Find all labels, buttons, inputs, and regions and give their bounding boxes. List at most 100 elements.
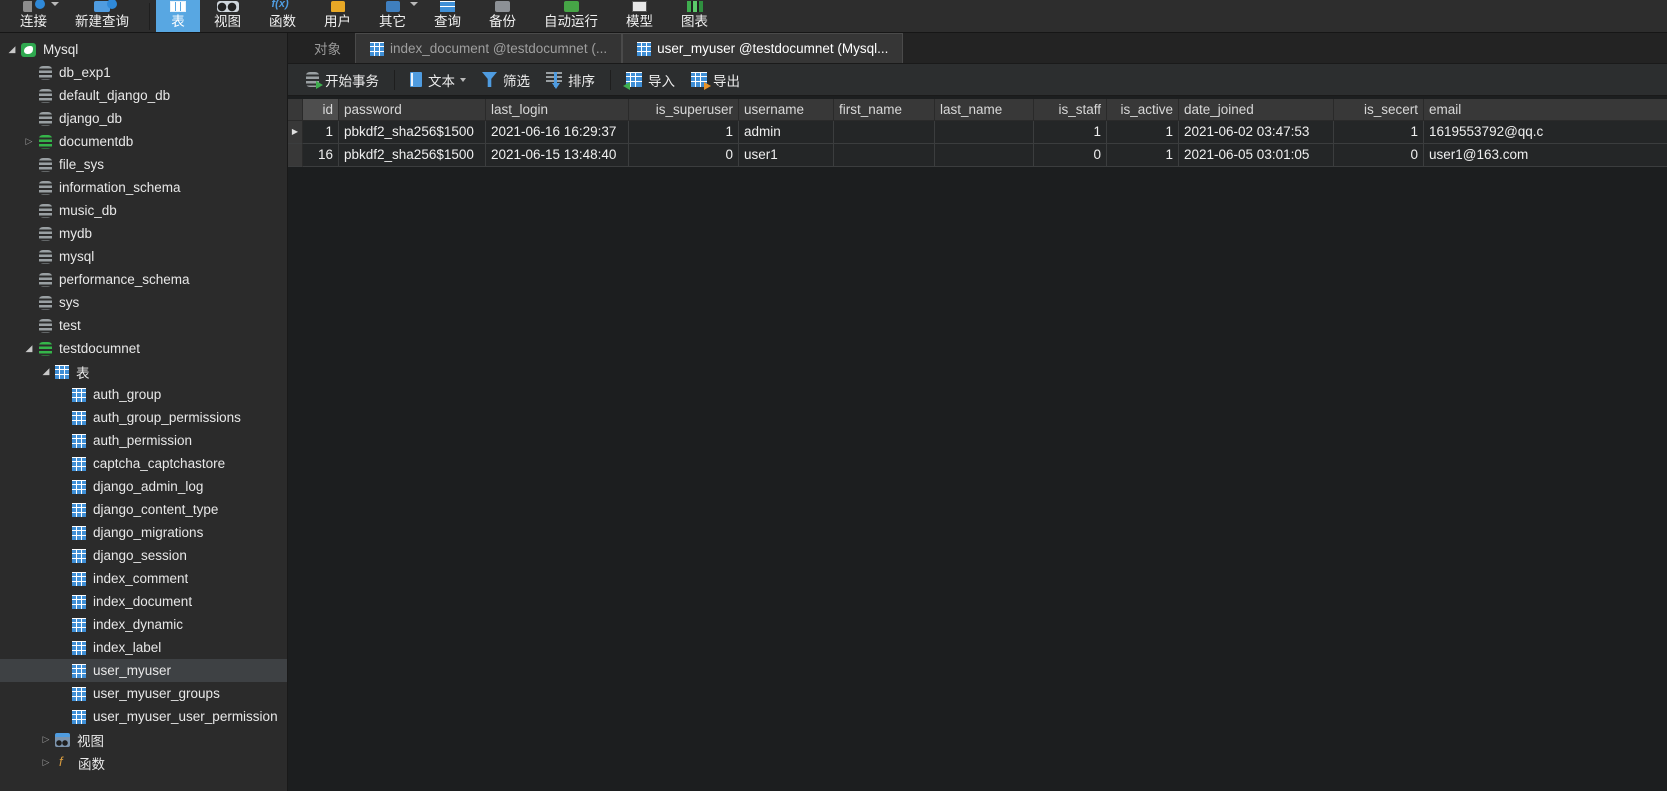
- tree-item--[interactable]: 函数: [0, 751, 287, 774]
- tree-item-user_myuser_groups[interactable]: user_myuser_groups: [0, 682, 287, 705]
- tree-item--[interactable]: 表: [0, 360, 287, 383]
- cell-is_active[interactable]: 1: [1107, 121, 1179, 144]
- toolbar-button-model[interactable]: 模型: [612, 0, 667, 32]
- tree-expander-icon[interactable]: [23, 343, 35, 354]
- cell-is_staff[interactable]: 0: [1034, 144, 1107, 167]
- tree-item-information_schema[interactable]: information_schema: [0, 176, 287, 199]
- column-header-is_active[interactable]: is_active: [1107, 99, 1179, 121]
- cell-is_active[interactable]: 1: [1107, 144, 1179, 167]
- column-header-id[interactable]: id: [303, 99, 339, 121]
- cell-username[interactable]: user1: [739, 144, 834, 167]
- table-toolbar-button-begin-transaction[interactable]: 开始事务: [298, 70, 387, 90]
- tree-item-auth_group_permissions[interactable]: auth_group_permissions: [0, 406, 287, 429]
- cell-is_secert[interactable]: 1: [1334, 121, 1424, 144]
- tree-item-documentdb[interactable]: documentdb: [0, 130, 287, 153]
- table-toolbar-button-filter[interactable]: 筛选: [474, 70, 538, 90]
- cell-email[interactable]: 1619553792@qq.c: [1424, 121, 1667, 144]
- tree-expander-icon[interactable]: [40, 734, 52, 745]
- cell-first_name[interactable]: [834, 144, 935, 167]
- table-toolbar-button-import[interactable]: 导入: [618, 70, 683, 90]
- tree-item-testdocumnet[interactable]: testdocumnet: [0, 337, 287, 360]
- tree-item-captcha_captchastore[interactable]: captcha_captchastore: [0, 452, 287, 475]
- tree-item-django_session[interactable]: django_session: [0, 544, 287, 567]
- toolbar-button-new-query[interactable]: 新建查询: [61, 0, 143, 32]
- toolbar-button-user[interactable]: 用户: [310, 0, 365, 32]
- tree-item-default_django_db[interactable]: default_django_db: [0, 84, 287, 107]
- dropdown-caret-icon[interactable]: [460, 77, 466, 82]
- column-header-username[interactable]: username: [739, 99, 834, 121]
- column-header-is_staff[interactable]: is_staff: [1034, 99, 1107, 121]
- cell-is_superuser[interactable]: 1: [629, 121, 739, 144]
- tree-item-user_myuser[interactable]: user_myuser: [0, 659, 287, 682]
- cell-password[interactable]: pbkdf2_sha256$1500: [339, 121, 486, 144]
- tree-item-django_content_type[interactable]: django_content_type: [0, 498, 287, 521]
- row-selector[interactable]: ▶: [288, 121, 303, 144]
- tree-expander-icon[interactable]: [40, 757, 52, 768]
- cell-first_name[interactable]: [834, 121, 935, 144]
- tree-item-index_document[interactable]: index_document: [0, 590, 287, 613]
- tree-item-performance_schema[interactable]: performance_schema: [0, 268, 287, 291]
- table-toolbar-button-text[interactable]: 文本: [402, 70, 474, 90]
- column-header-is_superuser[interactable]: is_superuser: [629, 99, 739, 121]
- tree-item-db_exp1[interactable]: db_exp1: [0, 61, 287, 84]
- cell-password[interactable]: pbkdf2_sha256$1500: [339, 144, 486, 167]
- cell-date_joined[interactable]: 2021-06-02 03:47:53: [1179, 121, 1334, 144]
- tree-item-index_dynamic[interactable]: index_dynamic: [0, 613, 287, 636]
- dropdown-caret-icon[interactable]: [410, 2, 418, 6]
- cell-is_superuser[interactable]: 0: [629, 144, 739, 167]
- toolbar-button-table[interactable]: 表: [156, 0, 200, 32]
- cell-last_name[interactable]: [935, 121, 1034, 144]
- column-header-date_joined[interactable]: date_joined: [1179, 99, 1334, 121]
- cell-last_login[interactable]: 2021-06-15 13:48:40: [486, 144, 629, 167]
- cell-last_login[interactable]: 2021-06-16 16:29:37: [486, 121, 629, 144]
- tab-user_myuser[interactable]: user_myuser @testdocumnet (Mysql...: [622, 33, 904, 63]
- tree-item-mysql[interactable]: Mysql: [0, 38, 287, 61]
- toolbar-button-query[interactable]: 查询: [420, 0, 475, 32]
- tab-objects[interactable]: 对象: [300, 33, 355, 63]
- tree-expander-icon[interactable]: [6, 44, 18, 55]
- tree-item-django_migrations[interactable]: django_migrations: [0, 521, 287, 544]
- cell-is_staff[interactable]: 1: [1034, 121, 1107, 144]
- tree-item-auth_permission[interactable]: auth_permission: [0, 429, 287, 452]
- toolbar-button-other[interactable]: 其它: [365, 0, 420, 32]
- tree-item-music_db[interactable]: music_db: [0, 199, 287, 222]
- tree-item-mydb[interactable]: mydb: [0, 222, 287, 245]
- cell-date_joined[interactable]: 2021-06-05 03:01:05: [1179, 144, 1334, 167]
- tree-item-test[interactable]: test: [0, 314, 287, 337]
- tree-item-user_myuser_user_permission[interactable]: user_myuser_user_permission: [0, 705, 287, 728]
- tree-item-mysql[interactable]: mysql: [0, 245, 287, 268]
- tree-item-django_db[interactable]: django_db: [0, 107, 287, 130]
- column-header-first_name[interactable]: first_name: [834, 99, 935, 121]
- column-header-password[interactable]: password: [339, 99, 486, 121]
- cell-last_name[interactable]: [935, 144, 1034, 167]
- dropdown-caret-icon[interactable]: [51, 2, 59, 6]
- cell-id[interactable]: 16: [303, 144, 339, 167]
- toolbar-button-connection[interactable]: 连接: [6, 0, 61, 32]
- toolbar-button-function[interactable]: 函数: [255, 0, 310, 32]
- row-selector[interactable]: [288, 144, 303, 167]
- tree-item-sys[interactable]: sys: [0, 291, 287, 314]
- tree-item-index_label[interactable]: index_label: [0, 636, 287, 659]
- cell-username[interactable]: admin: [739, 121, 834, 144]
- toolbar-button-chart[interactable]: 图表: [667, 0, 722, 32]
- tree-item--[interactable]: 视图: [0, 728, 287, 751]
- toolbar-button-view[interactable]: 视图: [200, 0, 255, 32]
- column-header-email[interactable]: email: [1424, 99, 1667, 121]
- tree-item-index_comment[interactable]: index_comment: [0, 567, 287, 590]
- tree-item-auth_group[interactable]: auth_group: [0, 383, 287, 406]
- tree-expander-icon[interactable]: [23, 136, 35, 147]
- column-header-is_secert[interactable]: is_secert: [1334, 99, 1424, 121]
- cell-is_secert[interactable]: 0: [1334, 144, 1424, 167]
- toolbar-button-backup[interactable]: 备份: [475, 0, 530, 32]
- cell-id[interactable]: 1: [303, 121, 339, 144]
- column-header-last_name[interactable]: last_name: [935, 99, 1034, 121]
- tab-index_document[interactable]: index_document @testdocumnet (...: [355, 33, 623, 63]
- table-toolbar-button-export[interactable]: 导出: [683, 70, 748, 90]
- cell-email[interactable]: user1@163.com: [1424, 144, 1667, 167]
- toolbar-button-automation[interactable]: 自动运行: [530, 0, 612, 32]
- table-toolbar-button-sort[interactable]: 排序: [538, 70, 603, 90]
- tree-item-django_admin_log[interactable]: django_admin_log: [0, 475, 287, 498]
- column-header-last_login[interactable]: last_login: [486, 99, 629, 121]
- tree-expander-icon[interactable]: [40, 366, 52, 377]
- tree-item-file_sys[interactable]: file_sys: [0, 153, 287, 176]
